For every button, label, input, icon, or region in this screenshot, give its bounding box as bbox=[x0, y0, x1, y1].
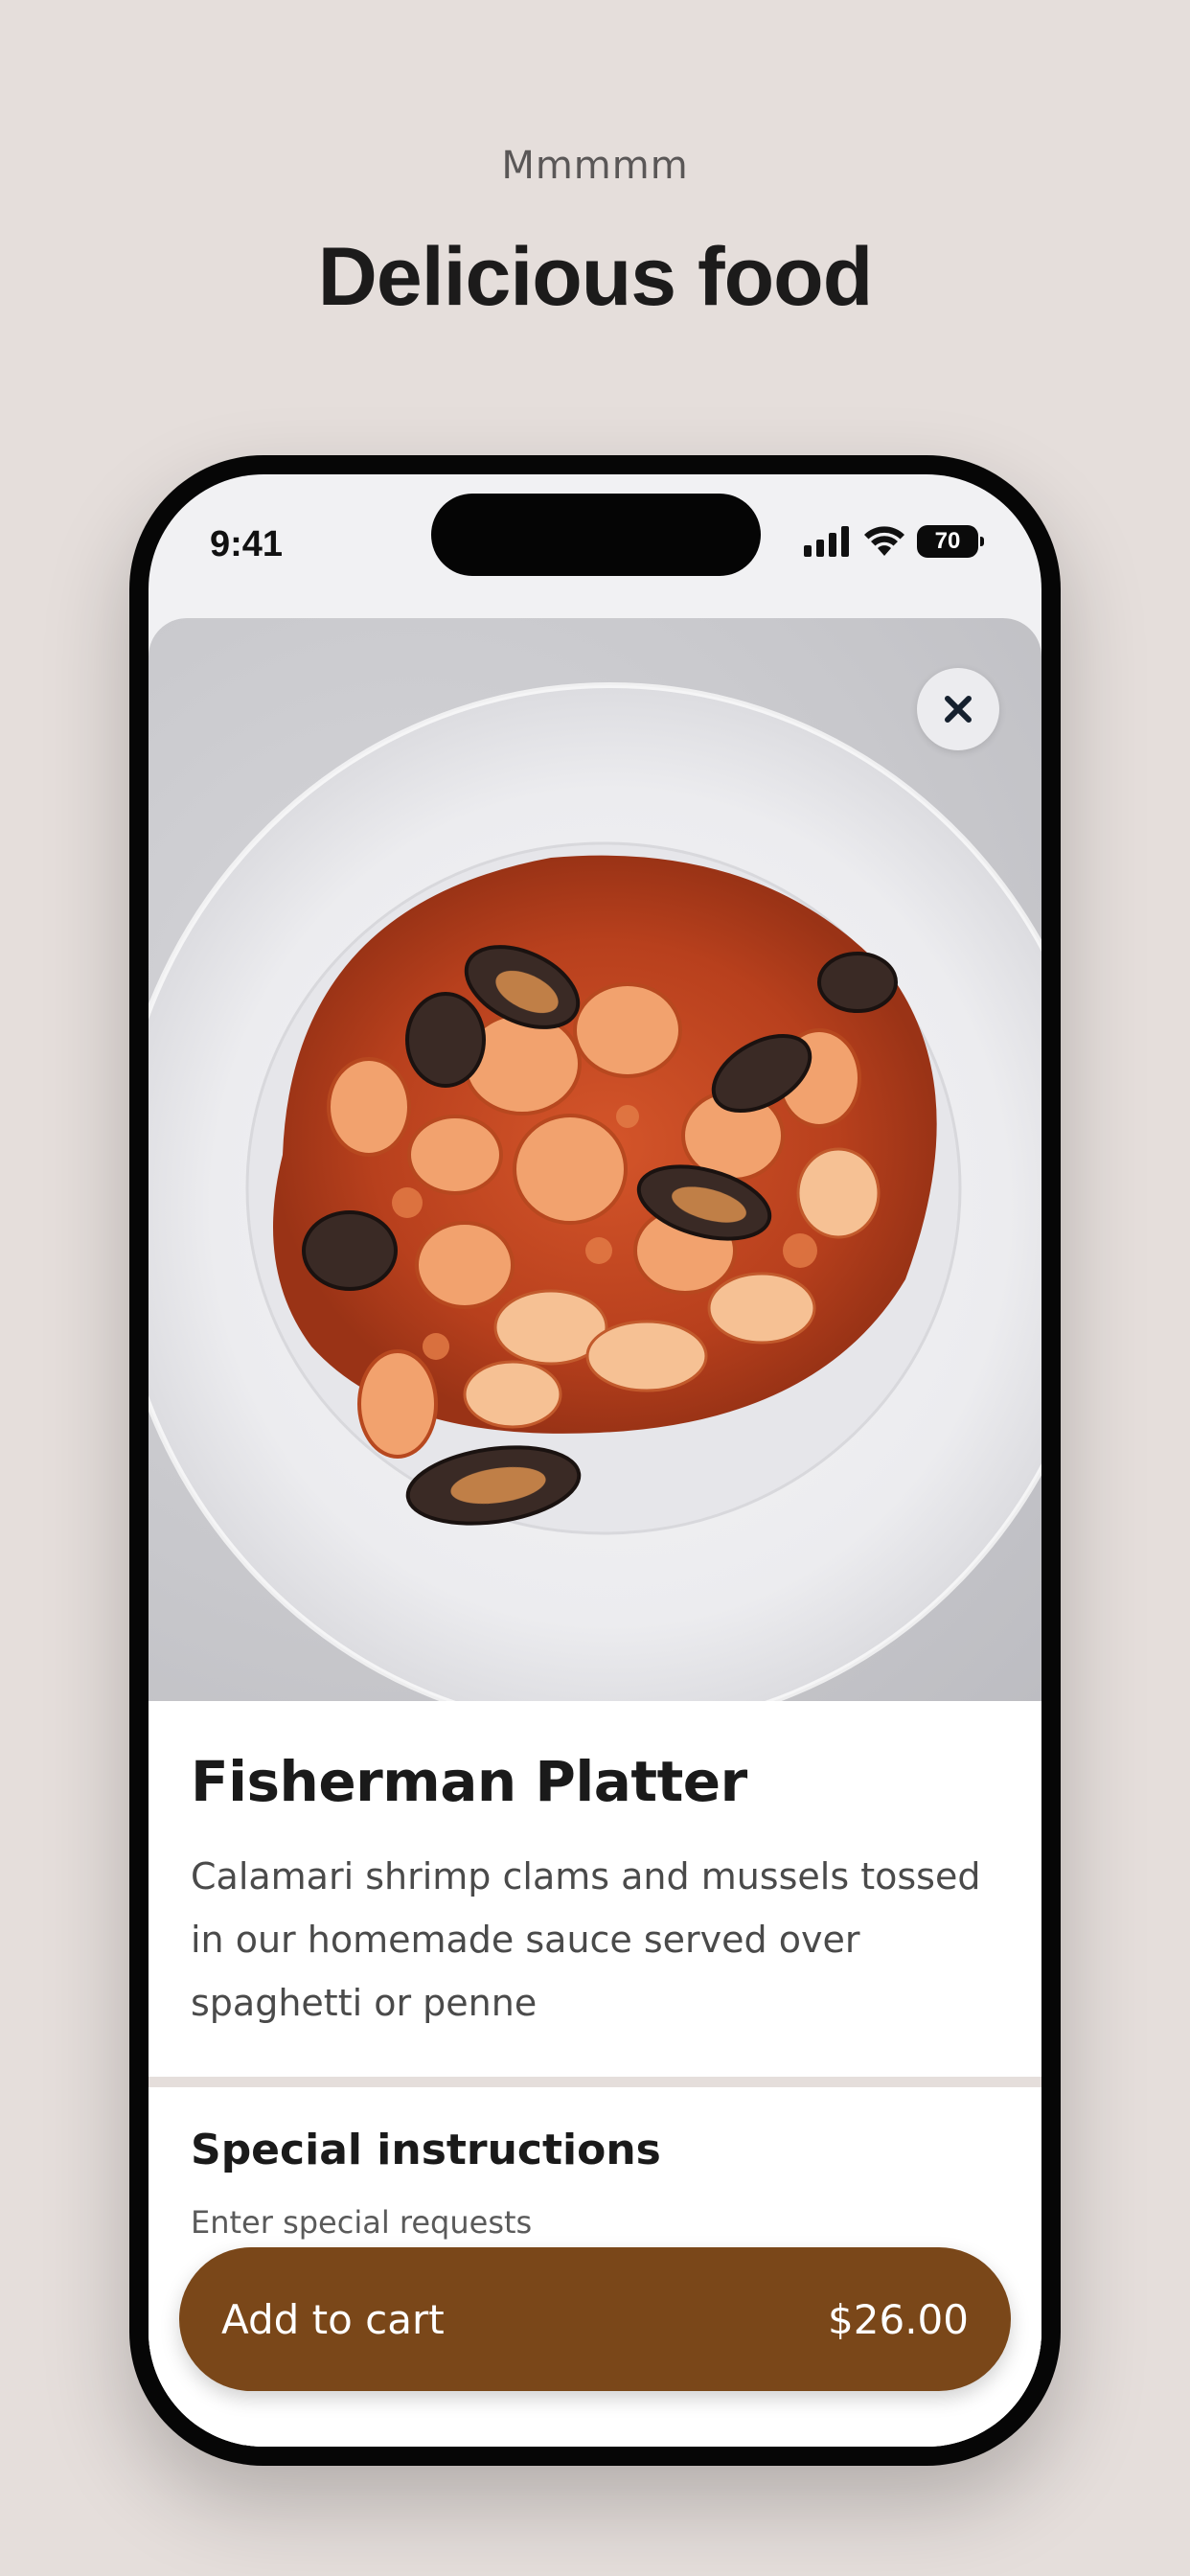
close-icon bbox=[945, 696, 972, 723]
item-info: Fisherman Platter Calamari shrimp clams … bbox=[149, 1701, 1041, 2077]
seafood-pasta-image bbox=[149, 682, 1041, 1733]
food-photo bbox=[149, 618, 1041, 1733]
phone-frame: 9:41 70 Fisherman Platter Calamari shrim… bbox=[129, 455, 1061, 2466]
hero-title: Delicious food bbox=[317, 231, 873, 323]
status-bar: 9:41 70 bbox=[149, 474, 1041, 599]
wifi-icon bbox=[864, 526, 904, 556]
close-button[interactable] bbox=[917, 668, 999, 750]
status-icons: 70 bbox=[804, 522, 984, 561]
item-detail-sheet: Fisherman Platter Calamari shrimp clams … bbox=[149, 618, 1041, 2447]
phone-screen: 9:41 70 Fisherman Platter Calamari shrim… bbox=[149, 474, 1041, 2447]
cellular-signal-icon bbox=[804, 526, 849, 557]
add-to-cart-label: Add to cart bbox=[221, 2295, 445, 2343]
add-to-cart-button[interactable]: Add to cart $26.00 bbox=[179, 2247, 1011, 2391]
dynamic-island bbox=[431, 494, 761, 576]
section-divider bbox=[149, 2077, 1041, 2087]
hero-eyebrow: Mmmmm bbox=[501, 144, 689, 188]
battery-icon: 70 bbox=[917, 525, 984, 558]
status-time: 9:41 bbox=[210, 524, 284, 564]
special-requests-input[interactable] bbox=[191, 2204, 995, 2241]
cart-price: $26.00 bbox=[828, 2295, 969, 2343]
item-description: Calamari shrimp clams and mussels tossed… bbox=[191, 1855, 981, 2024]
item-name: Fisherman Platter bbox=[191, 1749, 747, 1814]
special-instructions-title: Special instructions bbox=[191, 2126, 661, 2174]
